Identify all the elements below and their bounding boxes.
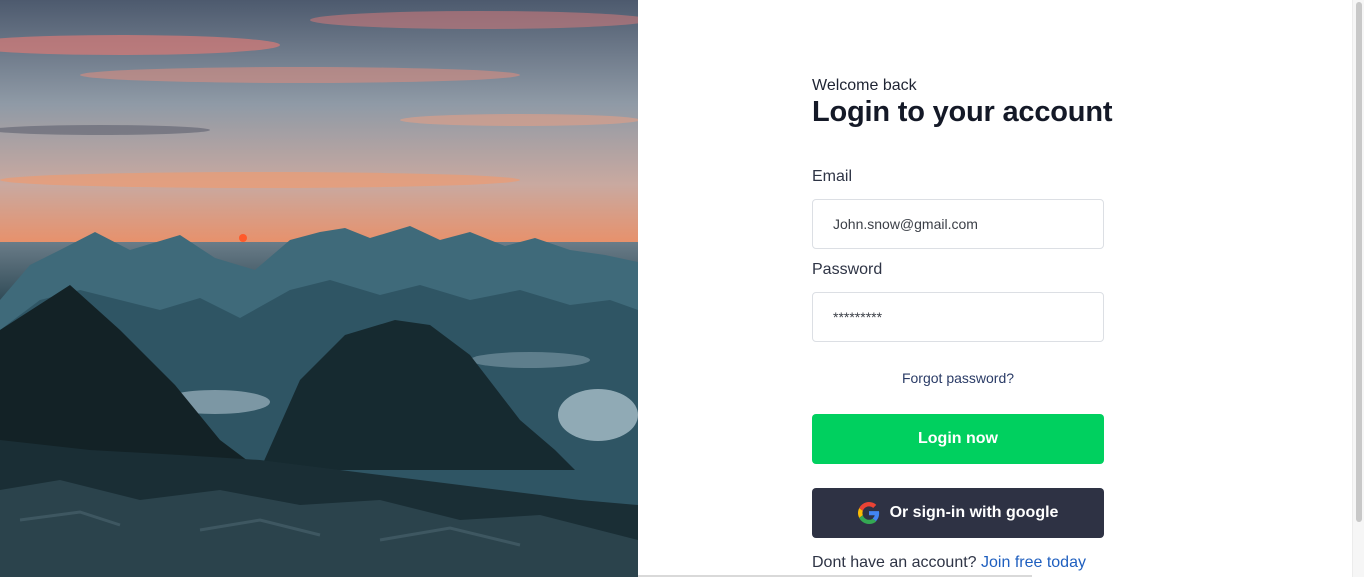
page-title: Login to your account bbox=[812, 96, 1113, 128]
signup-prompt-text: Dont have an account? bbox=[812, 554, 977, 571]
email-label: Email bbox=[812, 168, 853, 185]
google-button-label: Or sign-in with google bbox=[889, 504, 1059, 521]
hero-image bbox=[0, 0, 638, 577]
login-button[interactable]: Login now bbox=[812, 414, 1104, 464]
scrollbar-thumb[interactable] bbox=[1356, 2, 1362, 522]
signup-link[interactable]: Join free today bbox=[981, 554, 1086, 571]
signup-prompt: Dont have an account? Join free today bbox=[812, 554, 1086, 572]
password-field[interactable] bbox=[812, 292, 1104, 342]
password-label: Password bbox=[812, 261, 883, 278]
page-scrollbar[interactable] bbox=[1352, 0, 1364, 577]
google-icon bbox=[857, 502, 880, 524]
login-button-label: Login now bbox=[918, 430, 998, 447]
email-field[interactable] bbox=[812, 199, 1104, 249]
welcome-text: Welcome back bbox=[812, 77, 917, 94]
forgot-password-link[interactable]: Forgot password? bbox=[812, 370, 1104, 386]
google-signin-button[interactable]: Or sign-in with google bbox=[812, 488, 1104, 538]
